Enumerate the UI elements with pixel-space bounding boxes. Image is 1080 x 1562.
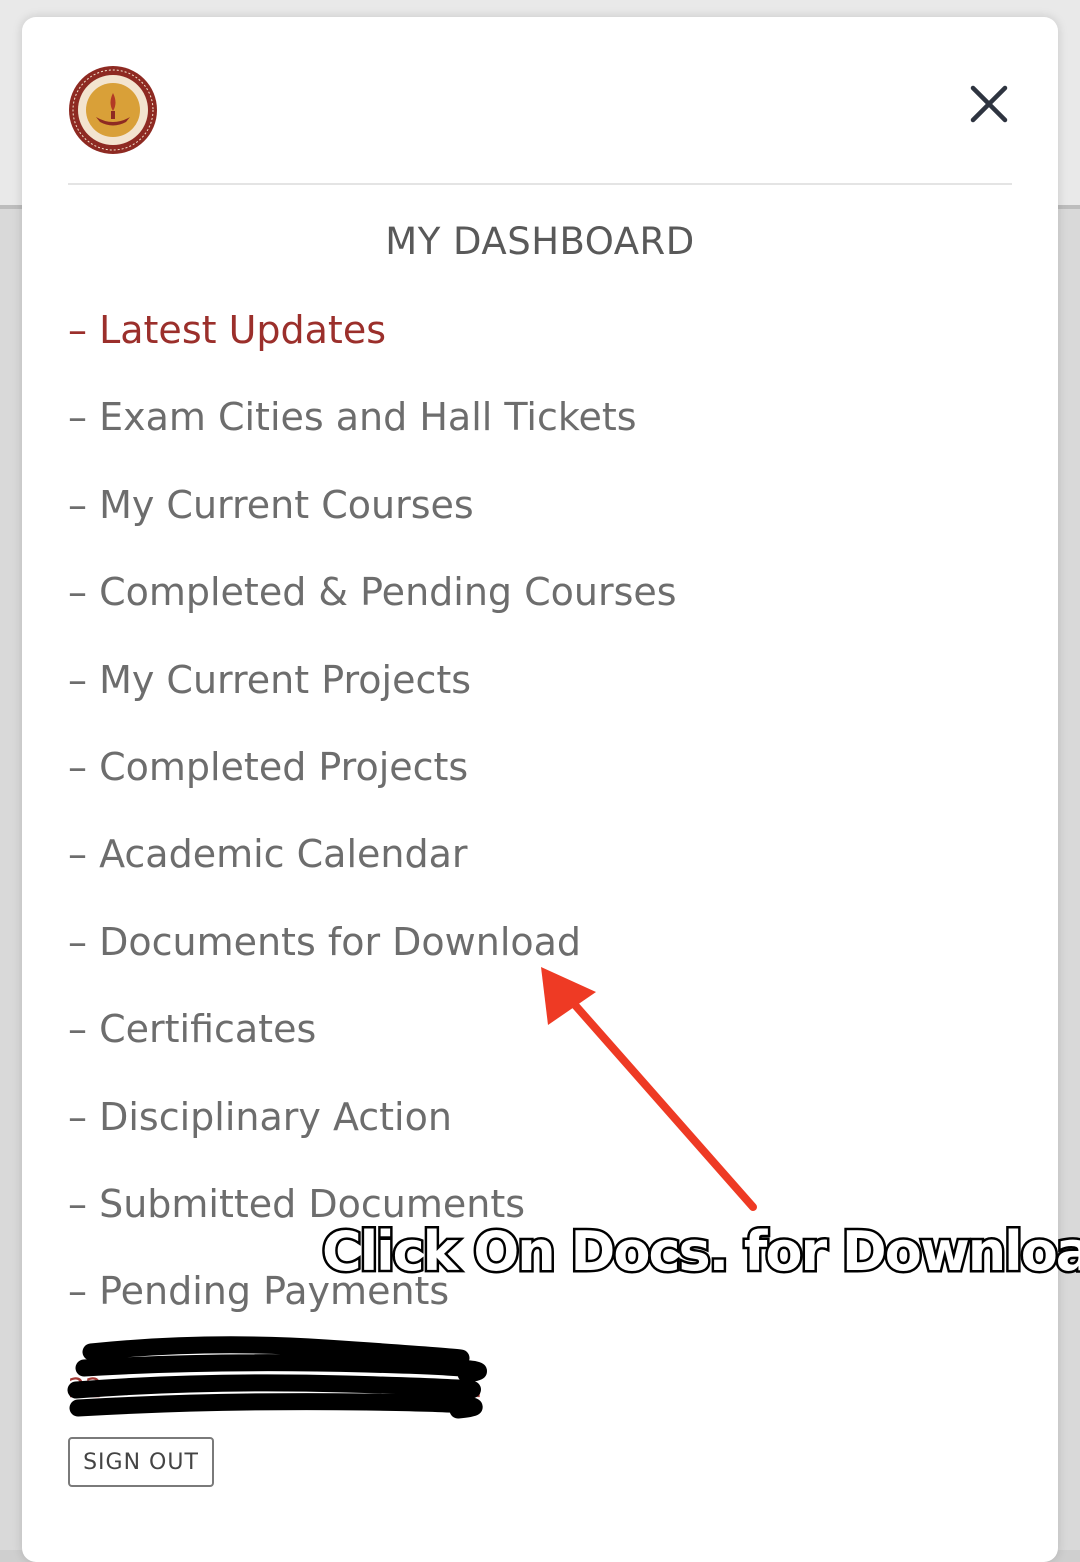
menu-item-certificates[interactable]: – Certificates: [68, 1002, 677, 1089]
redaction-scribble: [67, 1336, 487, 1419]
menu-item-latest-updates[interactable]: – Latest Updates: [68, 303, 677, 390]
menu-item-documents-for-download[interactable]: – Documents for Download: [68, 915, 677, 1002]
menu-item-my-current-courses[interactable]: – My Current Courses: [68, 478, 677, 565]
menu-item-completed-pending-courses[interactable]: – Completed & Pending Courses: [68, 565, 677, 652]
dashboard-title: MY DASHBOARD: [385, 220, 695, 263]
menu-item-completed-projects[interactable]: – Completed Projects: [68, 740, 677, 827]
menu-item-exam-cities-hall-tickets[interactable]: – Exam Cities and Hall Tickets: [68, 390, 677, 477]
iit-madras-logo[interactable]: [68, 65, 158, 155]
menu-item-my-current-projects[interactable]: – My Current Projects: [68, 653, 677, 740]
dashboard-menu: – Latest Updates – Exam Cities and Hall …: [68, 303, 677, 1352]
annotation-label: Click On Docs. for Download: [320, 1218, 1080, 1286]
sign-out-button[interactable]: SIGN OUT: [68, 1437, 214, 1487]
close-icon[interactable]: [962, 77, 1016, 131]
menu-item-academic-calendar[interactable]: – Academic Calendar: [68, 827, 677, 914]
header-divider: [68, 183, 1012, 185]
menu-item-disciplinary-action[interactable]: – Disciplinary Action: [68, 1090, 677, 1177]
